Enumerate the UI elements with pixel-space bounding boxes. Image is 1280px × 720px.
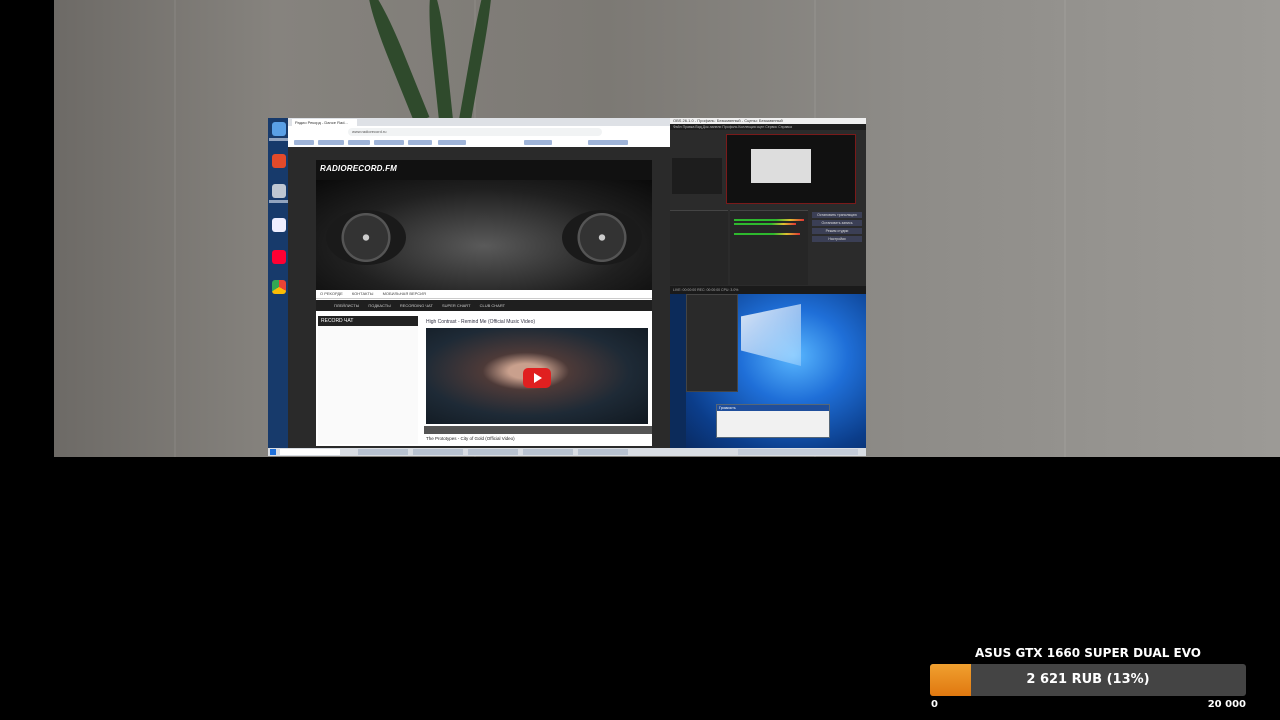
site-nav: О РЕКОРДЕ КОНТАКТЫ МОБИЛЬНАЯ ВЕРСИЯ (316, 290, 652, 299)
obs-sources[interactable] (670, 210, 728, 285)
start-icon[interactable] (270, 449, 276, 455)
obs-preview[interactable] (726, 134, 856, 204)
bookmark-item[interactable] (438, 140, 466, 145)
recycle-bin-icon[interactable] (272, 184, 286, 198)
hero-image (316, 180, 652, 290)
goal-title: ASUS GTX 1660 SUPER DUAL EVO (974, 646, 1202, 660)
site-nav-item[interactable]: МОБИЛЬНАЯ ВЕРСИЯ (383, 291, 426, 296)
computer-icon[interactable] (272, 122, 286, 136)
obs-menu[interactable]: Файл Правка Вид Док-панели Профиль Колле… (670, 124, 866, 130)
site-menu-item[interactable]: ПЛЕЙЛИСТЫ (334, 303, 359, 308)
taskbar-item[interactable] (413, 449, 463, 455)
site-menu-item[interactable]: SUPER CHART (442, 303, 471, 308)
studio-mode-button[interactable]: Режим студии (812, 228, 862, 234)
site-menu: ПЛЕЙЛИСТЫ ПОДКАСТЫ RECORDING ЧАТ SUPER C… (316, 300, 652, 311)
site-logo[interactable]: RADIORECORD.FM (320, 164, 397, 173)
browser-window: Радио Рекорд - Dance Rad... www.radiorec… (288, 118, 670, 448)
video-title[interactable]: High Contrast - Remind Me (Official Musi… (424, 316, 650, 328)
system-tray[interactable] (738, 449, 858, 455)
goal-progress-bar: 2 621 RUB (13%) (930, 664, 1246, 696)
taskbar-search[interactable] (280, 449, 340, 455)
plant-leaf (459, 0, 497, 122)
goal-max-label: 20 000 (1207, 699, 1246, 710)
taskbar-item[interactable] (468, 449, 518, 455)
yandex-icon[interactable] (272, 250, 286, 264)
chat-box-title: RECORD ЧАТ (318, 316, 418, 326)
obs-stats (672, 158, 722, 194)
goal-progress-label: 2 621 RUB (13%) (1026, 672, 1150, 687)
taskbar-item[interactable] (523, 449, 573, 455)
obs-status-bar: LIVE: 00:00:00 REC: 00:00:00 CPU: 3.0% (670, 286, 866, 294)
stop-recording-button[interactable]: Остановить запись (812, 220, 862, 226)
website: RADIORECORD.FM О РЕКОРДЕ КОНТАКТЫ МОБИЛЬ… (316, 160, 652, 446)
app-icon[interactable] (272, 154, 286, 168)
site-menu-item[interactable]: ПОДКАСТЫ (368, 303, 390, 308)
browser-tab[interactable]: Радио Рекорд - Dance Rad... (292, 119, 357, 126)
site-menu-item[interactable]: CLUB CHART (480, 303, 506, 308)
video-player[interactable] (426, 328, 648, 424)
address-bar[interactable]: www.radiorecord.ru (348, 128, 602, 136)
plant-leaf (362, 0, 430, 123)
chat-box: RECORD ЧАТ (318, 316, 418, 444)
taskbar-item[interactable] (358, 449, 408, 455)
stop-stream-button[interactable]: Остановить трансляцию (812, 212, 862, 218)
site-menu-item[interactable]: RECORDING ЧАТ (400, 303, 433, 308)
bookmark-item[interactable] (588, 140, 628, 145)
goal-min-label: 0 (931, 699, 938, 710)
site-nav-item[interactable]: КОНТАКТЫ (352, 291, 374, 296)
bookmark-item[interactable] (524, 140, 552, 145)
video-caption (424, 426, 652, 434)
chrome-icon[interactable] (272, 280, 286, 294)
next-video-title[interactable]: The Prototypes - City of Gold (Official … (424, 436, 515, 441)
settings-button[interactable]: Настройки (812, 236, 862, 242)
taskbar-item[interactable] (578, 449, 628, 455)
plant-leaf (425, 0, 453, 121)
volume-dialog-title: Громкость (717, 405, 829, 411)
desktop-icons (268, 118, 290, 448)
captured-desktop: Радио Рекорд - Dance Rad... www.radiorec… (268, 118, 866, 456)
taskbar (268, 448, 866, 456)
site-nav-item[interactable]: О РЕКОРДЕ (320, 291, 343, 296)
obs-mixer[interactable] (730, 210, 808, 285)
desktop-wallpaper: Громкость (686, 294, 866, 448)
file-icon[interactable] (272, 218, 286, 232)
small-app-window[interactable] (686, 294, 738, 392)
bookmark-item[interactable] (408, 140, 432, 145)
volume-dialog[interactable]: Громкость (716, 404, 830, 438)
obs-window: OBS 26.1.0 - Профиль: Безымянный - Сцены… (670, 118, 866, 294)
video-panel: High Contrast - Remind Me (Official Musi… (424, 316, 652, 444)
bookmark-item[interactable] (294, 140, 314, 145)
bookmark-item[interactable] (318, 140, 344, 145)
bookmark-item[interactable] (374, 140, 404, 145)
play-icon[interactable] (523, 368, 551, 388)
bookmark-item[interactable] (348, 140, 370, 145)
